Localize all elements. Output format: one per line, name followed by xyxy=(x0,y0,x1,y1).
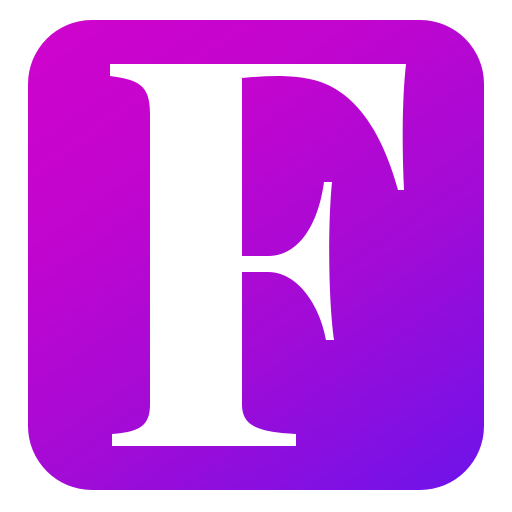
app-icon: F xyxy=(0,0,512,512)
app-icon-tile: F xyxy=(28,20,484,490)
letter-f-glyph: F xyxy=(110,64,406,446)
